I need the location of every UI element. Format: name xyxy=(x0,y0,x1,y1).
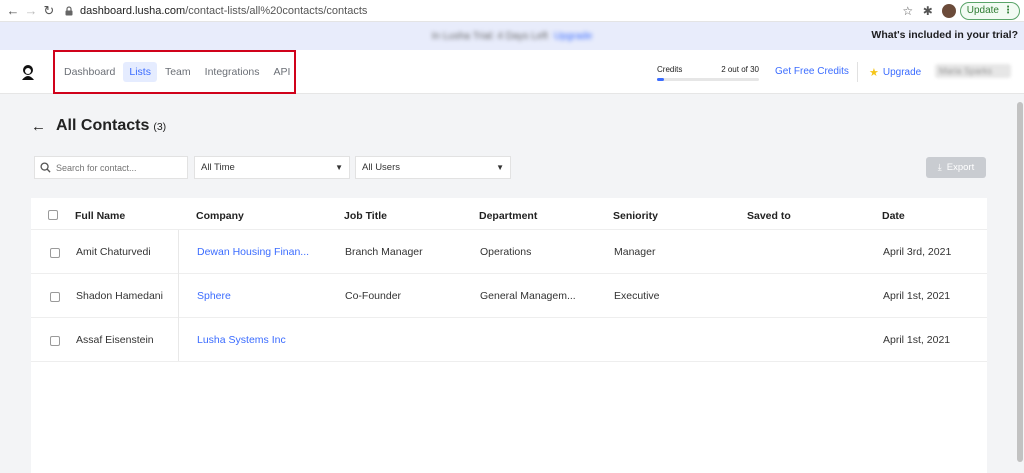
trial-upgrade-link[interactable]: Upgrade xyxy=(554,31,592,42)
time-filter-select[interactable]: All Time ▼ xyxy=(194,156,350,179)
column-header-seniority[interactable]: Seniority xyxy=(613,210,658,222)
search-input[interactable] xyxy=(56,162,176,173)
scrollbar-thumb[interactable] xyxy=(1017,102,1023,462)
credits-label: Credits xyxy=(657,65,683,74)
upgrade-label: Upgrade xyxy=(882,67,922,78)
download-icon: ⤓ xyxy=(937,162,942,172)
credits-progress-fill xyxy=(657,78,665,81)
update-button[interactable]: Update ⋮ xyxy=(959,1,1020,20)
column-header-company[interactable]: Company xyxy=(196,210,244,222)
url-path: /contact-lists/all%20contacts/contacts xyxy=(185,4,368,17)
search-box[interactable] xyxy=(34,156,188,179)
browser-toolbar: ← → ↻ dashboard.lusha.com/contact-lists/… xyxy=(0,0,1024,22)
cell-date: April 1st, 2021 xyxy=(883,334,951,346)
select-all-checkbox[interactable] xyxy=(48,210,58,220)
reload-icon[interactable]: ↻ xyxy=(40,2,58,20)
contact-count: (3) xyxy=(153,121,167,133)
row-checkbox[interactable] xyxy=(50,336,60,346)
lock-icon xyxy=(65,5,73,15)
cell-date: April 3rd, 2021 xyxy=(883,246,952,258)
chevron-down-icon: ▼ xyxy=(335,163,343,172)
kebab-menu-icon: ⋮ xyxy=(1003,5,1013,16)
cell-company-link[interactable]: Sphere xyxy=(197,290,231,302)
nav-divider xyxy=(857,62,858,82)
forward-arrow-icon[interactable]: → xyxy=(22,2,40,20)
extensions-puzzle-icon[interactable]: ✱ xyxy=(918,2,938,20)
nav-item-api[interactable]: API xyxy=(268,62,297,82)
cell-department: General Managem... xyxy=(480,290,576,302)
column-header-department[interactable]: Department xyxy=(479,210,537,222)
nav-item-team[interactable]: Team xyxy=(159,62,197,82)
cell-seniority: Manager xyxy=(614,246,656,258)
cell-full-name: Assaf Eisenstein xyxy=(76,334,154,346)
nav-item-dashboard[interactable]: Dashboard xyxy=(58,62,121,82)
page-scrollbar[interactable] xyxy=(1016,94,1024,473)
nav-item-integrations[interactable]: Integrations xyxy=(199,62,266,82)
bookmark-star-icon[interactable]: ☆ xyxy=(898,2,918,20)
column-header-date[interactable]: Date xyxy=(882,210,905,222)
address-bar[interactable]: dashboard.lusha.com/contact-lists/all%20… xyxy=(64,5,898,17)
table-row[interactable]: Assaf Eisenstein Lusha Systems Inc April… xyxy=(31,318,987,362)
search-icon xyxy=(40,162,51,173)
back-arrow-icon[interactable]: ← xyxy=(31,118,46,135)
export-label: Export xyxy=(946,162,975,173)
nav-item-lists[interactable]: Lists xyxy=(123,62,157,82)
cell-date: April 1st, 2021 xyxy=(883,290,951,302)
table-row[interactable]: Amit Chaturvedi Dewan Housing Finan... B… xyxy=(31,230,987,274)
cell-full-name: Amit Chaturvedi xyxy=(76,246,151,258)
top-navigation: Dashboard Lists Team Integrations API Cr… xyxy=(0,50,1024,94)
page-title: All Contacts xyxy=(56,117,150,134)
cell-job-title: Co-Founder xyxy=(345,290,402,302)
row-checkbox[interactable] xyxy=(50,248,60,258)
table-row[interactable]: Shadon Hamedani Sphere Co-Founder Genera… xyxy=(31,274,987,318)
export-button[interactable]: ⤓ Export xyxy=(926,157,986,178)
whats-included-link[interactable]: What's included in your trial? xyxy=(871,29,1018,41)
credits-progress-bar xyxy=(657,78,759,81)
credits-value: 2 out of 30 xyxy=(721,65,759,74)
trial-banner: In Lusha Trial: 4 Days Left Upgrade What… xyxy=(0,22,1024,50)
users-filter-select[interactable]: All Users ▼ xyxy=(355,156,511,179)
trial-days-text: In Lusha Trial: 4 Days Left xyxy=(431,30,548,42)
star-icon: ★ xyxy=(869,67,879,79)
column-header-job-title[interactable]: Job Title xyxy=(344,210,387,222)
column-divider xyxy=(178,230,179,361)
users-filter-value: All Users xyxy=(362,162,401,173)
column-header-saved-to[interactable]: Saved to xyxy=(747,210,791,222)
user-menu[interactable]: Maria Sparks xyxy=(935,64,1011,78)
lusha-logo-icon[interactable] xyxy=(19,63,37,81)
time-filter-value: All Time xyxy=(201,162,235,173)
chevron-down-icon: ▼ xyxy=(496,163,504,172)
cell-company-link[interactable]: Dewan Housing Finan... xyxy=(197,246,309,258)
cell-seniority: Executive xyxy=(614,290,660,302)
cell-job-title: Branch Manager xyxy=(345,246,423,258)
profile-avatar[interactable] xyxy=(941,3,956,18)
cell-full-name: Shadon Hamedani xyxy=(76,290,163,302)
credits-meter: Credits 2 out of 30 xyxy=(657,65,759,81)
back-arrow-icon[interactable]: ← xyxy=(4,2,22,20)
url-host: dashboard.lusha.com xyxy=(80,4,186,17)
table-header: Full Name Company Job Title Department S… xyxy=(31,198,987,230)
row-checkbox[interactable] xyxy=(50,292,60,302)
get-free-credits-link[interactable]: Get Free Credits xyxy=(775,66,849,77)
upgrade-button[interactable]: ★ Upgrade xyxy=(869,66,921,79)
update-label: Update xyxy=(966,5,999,16)
contacts-table: Full Name Company Job Title Department S… xyxy=(31,198,987,473)
main-nav-links: Dashboard Lists Team Integrations API xyxy=(58,62,298,82)
cell-department: Operations xyxy=(480,246,532,258)
filter-bar: All Time ▼ All Users ▼ xyxy=(34,156,511,179)
page-header: ← All Contacts (3) xyxy=(31,117,166,135)
cell-company-link[interactable]: Lusha Systems Inc xyxy=(197,334,286,346)
column-header-full-name[interactable]: Full Name xyxy=(75,210,125,222)
